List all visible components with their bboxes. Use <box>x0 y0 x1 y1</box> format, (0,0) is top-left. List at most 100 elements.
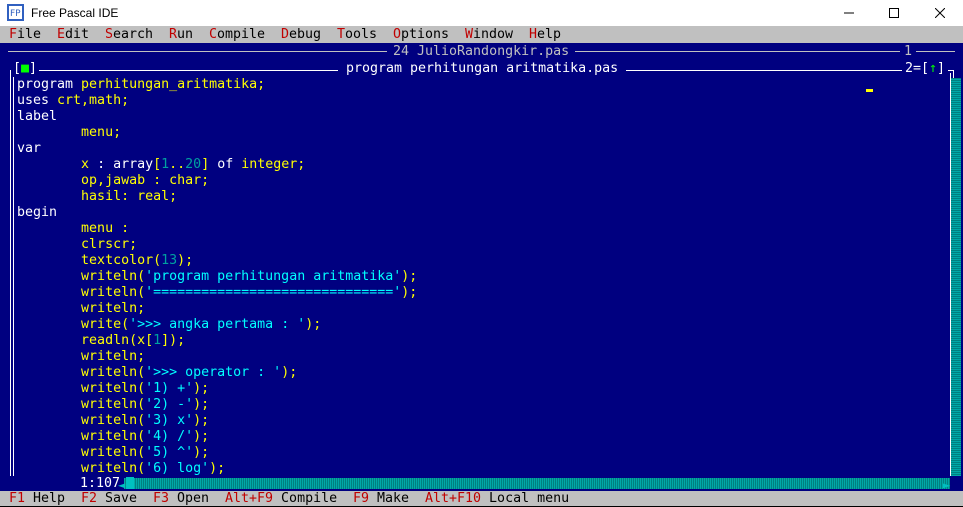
code-token: '5) ^' <box>145 445 194 460</box>
horizontal-scroll-thumb[interactable] <box>126 477 134 489</box>
code-line[interactable]: writeln('6) log'); <box>17 461 947 477</box>
menu-hotkey-letter: F <box>9 27 18 42</box>
maximize-button[interactable] <box>871 0 917 26</box>
code-line[interactable]: writeln('4) /'); <box>17 429 947 445</box>
menu-hotkey-letter: R <box>169 27 178 42</box>
close-box-close: ] <box>29 61 38 76</box>
code-editor[interactable]: program perhitungan_aritmatika; uses crt,… <box>17 77 947 477</box>
menu-hotkey-letter: H <box>529 27 538 42</box>
code-token: '==============================' <box>145 285 402 300</box>
menu-search[interactable]: Search <box>105 27 153 43</box>
code-line[interactable]: writeln('2) -'); <box>17 397 947 413</box>
code-line[interactable]: writeln('1) +'); <box>17 381 947 397</box>
fkey-key: F9 <box>353 491 370 506</box>
code-token: '>>> operator : ' <box>145 365 282 380</box>
menu-help[interactable]: Help <box>529 27 561 43</box>
fkey-key: Alt+F9 <box>225 491 274 506</box>
menu-hotkey-letter: S <box>105 27 114 42</box>
cursor-position: 1:107 <box>80 476 121 492</box>
menu-hotkey-letter: C <box>209 27 218 42</box>
fkey-f2[interactable]: F2 Save <box>81 491 137 507</box>
code-line[interactable]: clrscr; <box>17 237 947 253</box>
code-token: '2) -' <box>145 397 194 412</box>
vertical-scrollbar[interactable] <box>951 78 961 478</box>
code-line[interactable]: write('>>> angka pertama : '); <box>17 317 947 333</box>
fkey-f9[interactable]: F9 Make <box>353 491 409 507</box>
code-token: menu; <box>81 125 122 140</box>
minimize-button[interactable] <box>826 0 872 26</box>
menu-file[interactable]: File <box>9 27 41 43</box>
menu-tools[interactable]: Tools <box>337 27 377 43</box>
code-token: ); <box>193 413 210 428</box>
code-token: writeln( <box>81 365 146 380</box>
menu-options[interactable]: Options <box>393 27 449 43</box>
code-token: hasil: real; <box>81 189 178 204</box>
maximize-icon <box>889 8 899 18</box>
fkey-alt-f10[interactable]: Alt+F10 Local menu <box>425 491 569 507</box>
code-token: ); <box>305 317 322 332</box>
menu-bar: File Edit Search Run Compile Debug Tools Option… <box>0 26 963 43</box>
menu-debug[interactable]: Debug <box>281 27 321 43</box>
menu-label-rest: ools <box>345 27 378 42</box>
code-line[interactable]: begin <box>17 205 947 221</box>
window-title: Free Pascal IDE <box>31 6 119 20</box>
code-line[interactable]: var <box>17 141 947 157</box>
code-line[interactable]: op,jawab : char; <box>17 173 947 189</box>
code-line[interactable]: writeln('3) x'); <box>17 413 947 429</box>
code-line[interactable]: textcolor(13); <box>17 253 947 269</box>
code-line[interactable]: writeln; <box>17 301 947 317</box>
code-line[interactable]: hasil: real; <box>17 189 947 205</box>
editor-close-box[interactable]: [■] <box>11 61 40 77</box>
code-line[interactable]: writeln('=============================='… <box>17 285 947 301</box>
horizontal-scrollbar[interactable] <box>124 478 950 489</box>
menu-hotkey-letter: D <box>281 27 290 42</box>
code-line[interactable]: writeln; <box>17 349 947 365</box>
code-token: ); <box>193 381 210 396</box>
code-line[interactable]: menu; <box>17 125 947 141</box>
code-line[interactable]: readln(x[1]); <box>17 333 947 349</box>
code-token: integer; <box>241 157 306 172</box>
code-token: array <box>113 157 154 172</box>
menu-compile[interactable]: Compile <box>209 27 265 43</box>
window-number-zoom[interactable]: 2=[↑] <box>902 61 949 77</box>
background-window-title[interactable]: 24 JulioRandongkir.pas <box>387 44 576 60</box>
close-button[interactable] <box>917 0 963 26</box>
editor-title: program perhitungan aritmatika.pas <box>338 61 627 77</box>
code-token: writeln( <box>81 429 146 444</box>
menu-run[interactable]: Run <box>169 27 193 43</box>
code-token: [ <box>153 157 162 172</box>
fkey-alt-f9[interactable]: Alt+F9 Compile <box>225 491 337 507</box>
code-token: ] <box>201 157 210 172</box>
code-line[interactable]: writeln('>>> operator : '); <box>17 365 947 381</box>
menu-edit[interactable]: Edit <box>57 27 89 43</box>
code-line[interactable]: program perhitungan_aritmatika; <box>17 77 947 93</box>
code-token: writeln; <box>81 349 146 364</box>
menu-label-rest: dit <box>65 27 90 42</box>
code-line[interactable]: uses crt,math; <box>17 93 947 109</box>
code-line[interactable]: label <box>17 109 947 125</box>
code-token: '1) +' <box>145 381 194 396</box>
code-token: .. <box>169 157 186 172</box>
background-window-number: 1 <box>900 44 917 60</box>
editor-title-band: [■] program perhitungan aritmatika.pas 2… <box>0 61 963 77</box>
background-editor-window[interactable]: 24 JulioRandongkir.pas 1 <box>0 43 963 61</box>
code-token: 13 <box>161 253 178 268</box>
svg-text:FP: FP <box>10 9 21 19</box>
code-token: ); <box>177 253 194 268</box>
code-token: 1 <box>161 157 170 172</box>
code-line[interactable]: writeln('program perhitungan aritmatika'… <box>17 269 947 285</box>
fkey-f1[interactable]: F1 Help <box>9 491 65 507</box>
code-token: : <box>89 157 114 172</box>
menu-window[interactable]: Window <box>465 27 513 43</box>
fkey-f3[interactable]: F3 Open <box>153 491 209 507</box>
code-line[interactable]: x : array[1..20] of integer; <box>17 157 947 173</box>
code-line[interactable]: menu : <box>17 221 947 237</box>
fkey-label: Open <box>169 491 210 506</box>
code-token: program <box>17 77 82 92</box>
zoom-arrow-icon[interactable]: ↑ <box>929 61 937 76</box>
code-line[interactable]: writeln('5) ^'); <box>17 445 947 461</box>
